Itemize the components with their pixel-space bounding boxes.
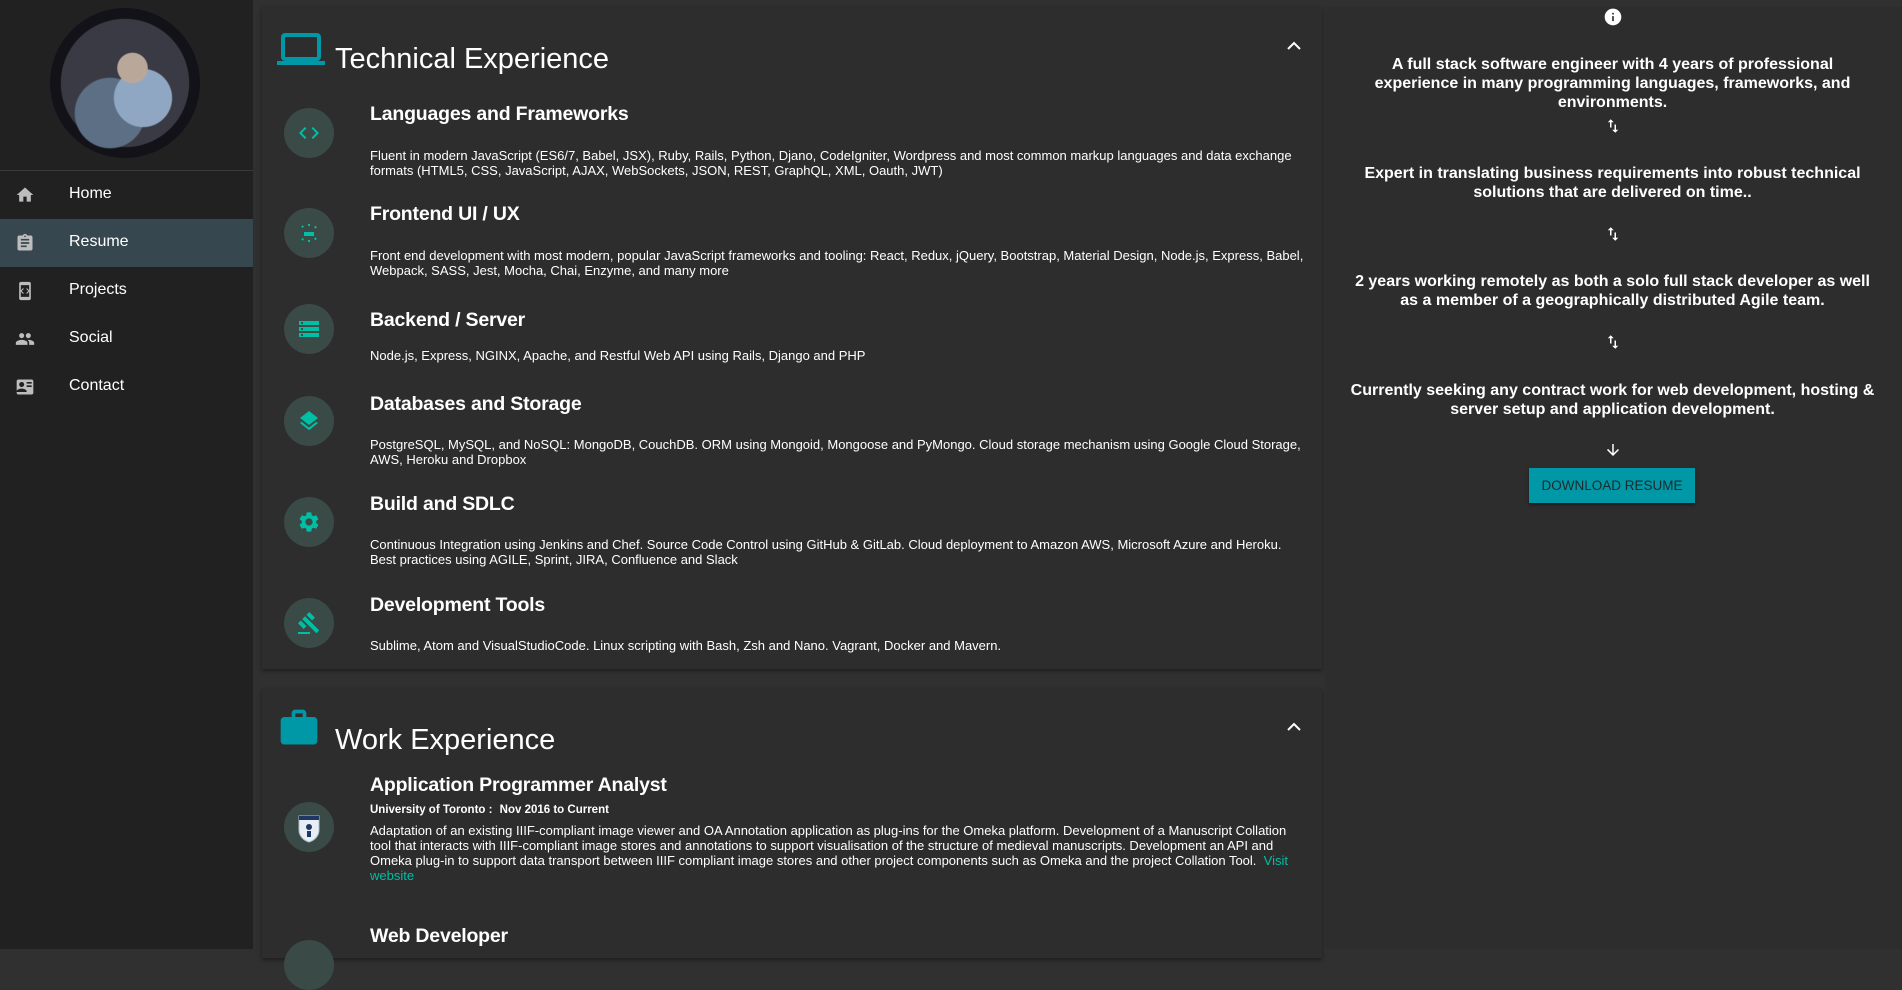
item-title: Backend / Server [370,309,526,331]
list-item: Web Developer [284,925,1314,990]
work-experience-card: Work Experience Application Programmer A… [262,688,1322,990]
sidebar-item-label: Social [69,329,113,346]
technical-experience-card: Technical Experience Languages and Frame… [262,7,1322,669]
contact-card-icon [16,379,34,395]
description-text: Adaptation of an existing IIIF-compliant… [370,823,1287,868]
swap-vertical-icon [1607,335,1619,349]
people-icon [15,333,35,345]
item-description: Sublime, Atom and VisualStudioCode. Linu… [370,638,1002,653]
item-description: Adaptation of an existing IIIF-compliant… [370,823,1310,883]
item-title: Databases and Storage [370,393,582,415]
item-avatar [284,108,334,158]
server-icon [299,321,319,337]
list-item: Backend / Server Node.js, Express, NGINX… [284,304,1314,364]
item-title: Build and SDLC [370,493,515,515]
item-subheader: University of Toronto : Nov 2016 to Curr… [370,804,609,816]
laptop-icon [277,33,325,65]
sidebar-item-label: Resume [69,233,129,250]
item-description: Continuous Integration using Jenkins and… [370,537,1282,567]
home-icon [16,187,34,202]
summary-panel: A full stack software engineer with 4 ye… [1325,7,1902,949]
item-description: PostgreSQL, MySQL, and NoSQL: MongoDB, C… [370,437,1301,467]
item-title: Web Developer [370,925,508,947]
briefcase-icon [280,709,318,745]
sidebar-item-label: Home [69,185,112,202]
sidebar-item-label: Projects [69,281,127,298]
list-item: Frontend UI / UX Front end development w… [284,203,1314,288]
sidebar-item-home[interactable]: Home [0,171,253,219]
gear-icon [299,512,319,532]
date-range: Nov 2016 to Current [499,804,609,816]
sidebar-item-contact[interactable]: Contact [0,363,253,411]
card-title: Technical Experience [335,43,610,75]
summary-point: Expert in translating business requireme… [1364,165,1861,201]
sidebar-item-projects[interactable]: Projects [0,267,253,315]
list-item: Application Programmer Analyst Universit… [284,774,1314,887]
item-avatar [284,396,334,446]
list-item: Databases and Storage PostgreSQL, MySQL,… [284,393,1314,476]
item-title: Languages and Frameworks [370,103,629,125]
item-description: Node.js, Express, NGINX, Apache, and Res… [370,348,866,363]
phone-code-icon [19,281,31,301]
sidebar-item-social[interactable]: Social [0,315,253,363]
item-avatar [284,208,334,258]
clipboard-icon [17,233,33,251]
item-avatar [284,802,334,852]
summary-point: Currently seeking any contract work for … [1350,382,1875,418]
item-avatar [284,497,334,547]
info-icon[interactable] [1603,7,1623,27]
item-title: Development Tools [370,594,546,616]
list-item: Development Tools Sublime, Atom and Visu… [284,594,1314,658]
item-avatar [284,940,334,990]
item-avatar [284,304,334,354]
layers-icon [300,411,318,431]
chevron-up-icon[interactable] [1286,41,1302,51]
download-resume-button[interactable]: Download Resume [1529,468,1695,503]
profile-header [0,0,253,170]
list-item: Languages and Frameworks Fluent in moder… [284,103,1314,188]
item-description: Front end development with most modern, … [370,248,1304,278]
summary-point: A full stack software engineer with 4 ye… [1374,56,1851,111]
summary-point: 2 years working remotely as both a solo … [1355,273,1870,309]
swap-vertical-icon [1607,227,1619,241]
list-item: Build and SDLC Continuous Integration us… [284,493,1314,577]
avatar [50,8,200,158]
sidebar-nav: Home Resume Projects Social Contact [0,171,253,411]
code-icon [299,127,319,139]
swap-vertical-icon [1607,119,1619,133]
university-crest-icon [298,815,320,843]
sidebar-item-label: Contact [69,377,125,394]
item-title: Application Programmer Analyst [370,774,667,796]
chevron-up-icon[interactable] [1286,722,1302,732]
card-title: Work Experience [335,724,556,756]
item-avatar [284,598,334,648]
sidebar-item-resume[interactable]: Resume [0,219,253,267]
web-settings-icon [301,224,317,242]
sidebar: Home Resume Projects Social Contact [0,0,253,949]
arrow-down-icon [1607,444,1619,456]
item-description: Fluent in modern JavaScript (ES6/7, Babe… [370,148,1292,178]
item-title: Frontend UI / UX [370,203,520,225]
organization: University of Toronto : [370,804,493,816]
gavel-icon [298,612,320,634]
